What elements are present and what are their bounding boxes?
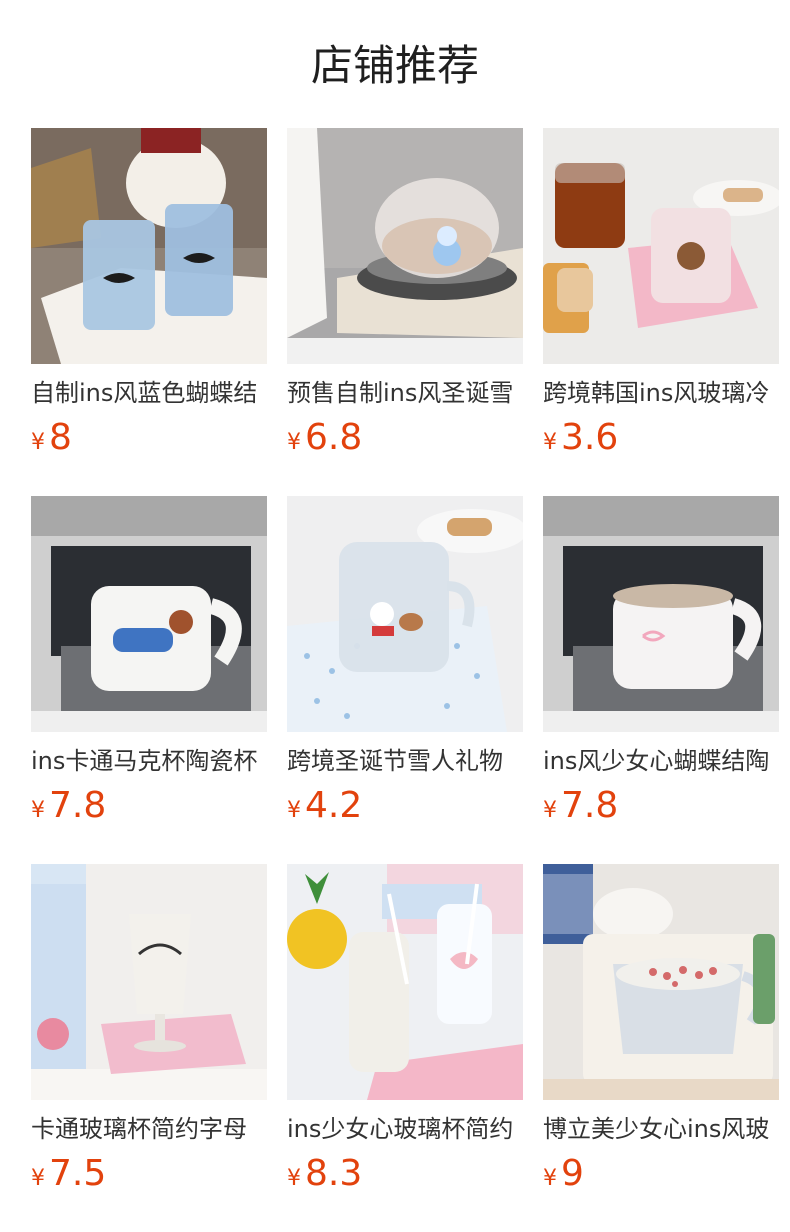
product-card[interactable]: 卡通玻璃杯简约字母 ¥7.5 — [31, 864, 267, 1232]
dog-ceramic-mug-image[interactable] — [31, 496, 267, 732]
girly-glass-bottles-image[interactable] — [287, 864, 523, 1100]
price-value: 4.2 — [305, 785, 363, 826]
price-value: 8.3 — [305, 1153, 363, 1194]
currency-symbol: ¥ — [287, 430, 301, 455]
blue-bow-glasses-image[interactable] — [31, 128, 267, 364]
product-card[interactable]: 博立美少女心ins风玻 ¥9 — [543, 864, 779, 1232]
price-value: 3.6 — [561, 417, 619, 458]
product-price: ¥8 — [31, 416, 267, 460]
product-price: ¥6.8 — [287, 416, 523, 460]
product-card[interactable]: 跨境韩国ins风玻璃冷 ¥3.6 — [543, 128, 779, 496]
pink-bow-ceramic-mug-image[interactable] — [543, 496, 779, 732]
product-name[interactable]: 博立美少女心ins风玻 — [543, 1114, 779, 1144]
product-name[interactable]: 卡通玻璃杯简约字母 — [31, 1114, 267, 1144]
product-name[interactable]: 自制ins风蓝色蝴蝶结 — [31, 378, 267, 408]
product-price: ¥7.8 — [31, 784, 267, 828]
bear-glass-mugs-image[interactable] — [543, 128, 779, 364]
currency-symbol: ¥ — [543, 1166, 557, 1191]
product-price: ¥9 — [543, 1152, 779, 1196]
product-price: ¥7.8 — [543, 784, 779, 828]
recommendation-page: 店铺推荐 自制ins风蓝色蝴蝶结 ¥8 预售自制ins风圣诞雪 ¥ 6.8 跨境… — [0, 0, 790, 1232]
product-name[interactable]: ins风少女心蝴蝶结陶 — [543, 746, 779, 776]
price-value: 8 — [49, 417, 72, 458]
currency-symbol: ¥ — [31, 798, 45, 823]
currency-symbol: ¥ — [31, 1166, 45, 1191]
product-name[interactable]: ins卡通马克杯陶瓷杯 — [31, 746, 267, 776]
innocence-goblet-image[interactable] — [31, 864, 267, 1100]
currency-symbol: ¥ — [287, 1166, 301, 1191]
product-card[interactable]: ins少女心玻璃杯简约 ¥8.3 — [287, 864, 523, 1232]
currency-symbol: ¥ — [543, 798, 557, 823]
currency-symbol: ¥ — [31, 430, 45, 455]
product-name[interactable]: ins少女心玻璃杯简约 — [287, 1114, 523, 1144]
product-price: ¥7.5 — [31, 1152, 267, 1196]
price-value: 7.8 — [49, 785, 107, 826]
page-title: 店铺推荐 — [310, 41, 479, 90]
product-price: ¥3.6 — [543, 416, 779, 460]
product-card[interactable]: ins卡通马克杯陶瓷杯 ¥7.8 — [31, 496, 267, 864]
product-name[interactable]: 跨境圣诞节雪人礼物 — [287, 746, 523, 776]
price-value: 7.5 — [49, 1153, 107, 1194]
product-name[interactable]: 跨境韩国ins风玻璃冷 — [543, 378, 779, 408]
price-value: 9 — [561, 1153, 584, 1194]
product-card[interactable]: 自制ins风蓝色蝴蝶结 ¥8 — [31, 128, 267, 496]
snowman-dog-glass-image[interactable] — [287, 496, 523, 732]
product-card[interactable]: ins风少女心蝴蝶结陶 ¥7.8 — [543, 496, 779, 864]
price-value: 7.8 — [561, 785, 619, 826]
product-card[interactable]: 预售自制ins风圣诞雪 ¥6.8 — [287, 128, 523, 496]
snowman-glass-cup-image[interactable] — [287, 128, 523, 364]
product-name[interactable]: 预售自制ins风圣诞雪 — [287, 378, 523, 408]
glass-measuring-cup-image[interactable] — [543, 864, 779, 1100]
price-value: 6.8 — [305, 417, 363, 458]
product-price: ¥4.2 — [287, 784, 523, 828]
product-price: ¥8.3 — [287, 1152, 523, 1196]
product-grid: 自制ins风蓝色蝴蝶结 ¥8 预售自制ins风圣诞雪 ¥ 6.8 跨境韩国ins… — [31, 128, 779, 1232]
product-card[interactable]: 跨境圣诞节雪人礼物 ¥4.2 — [287, 496, 523, 864]
currency-symbol: ¥ — [543, 430, 557, 455]
currency-symbol: ¥ — [287, 798, 301, 823]
